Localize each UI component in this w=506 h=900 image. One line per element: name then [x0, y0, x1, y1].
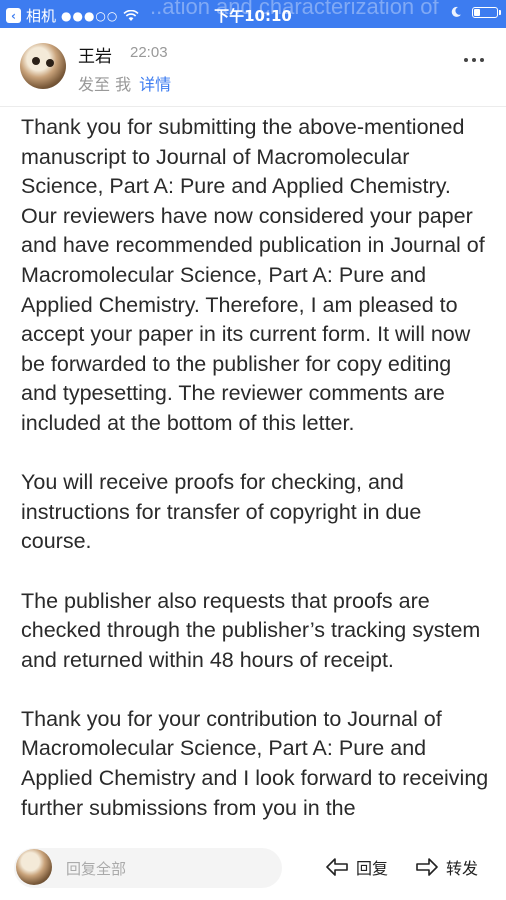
sent-time: 22:03	[130, 44, 168, 61]
bottom-action-bar: 回复全部 回复 转发	[0, 843, 506, 893]
sender-avatar[interactable]	[20, 43, 66, 89]
my-avatar	[16, 849, 52, 885]
message-header: 王岩 22:03 发至 我详情	[0, 28, 506, 107]
body-paragraph: Thank you for your contribution to Journ…	[21, 706, 489, 820]
forward-button[interactable]: 转发	[416, 855, 478, 879]
body-paragraph: You will receive proofs for checking, an…	[21, 470, 422, 554]
recipient-text: 发至 我	[78, 75, 132, 94]
details-link[interactable]: 详情	[139, 75, 171, 94]
reply-button[interactable]: 回复	[326, 855, 388, 879]
status-time: 下午10:10	[214, 7, 292, 25]
message-body: Thank you for submitting the above-menti…	[21, 113, 491, 853]
body-paragraph: The publisher also requests that proofs …	[21, 588, 481, 672]
status-bar: ..ation and characterization of ‹ 相机 ●●●…	[0, 0, 506, 28]
forward-label: 转发	[446, 859, 479, 878]
reply-icon	[326, 858, 348, 876]
sender-name[interactable]: 王岩	[78, 42, 112, 67]
battery-level	[474, 8, 480, 16]
reply-label: 回复	[356, 859, 389, 878]
body-paragraph: Thank you for submitting the above-menti…	[21, 115, 485, 435]
more-options-icon[interactable]	[464, 58, 484, 62]
battery-icon	[472, 6, 501, 18]
reply-all-label: 回复全部	[66, 860, 127, 878]
forward-icon	[416, 858, 438, 876]
moon-icon	[451, 6, 461, 17]
recipient-line: 发至 我详情	[78, 71, 171, 95]
reply-all-button[interactable]	[14, 848, 282, 888]
